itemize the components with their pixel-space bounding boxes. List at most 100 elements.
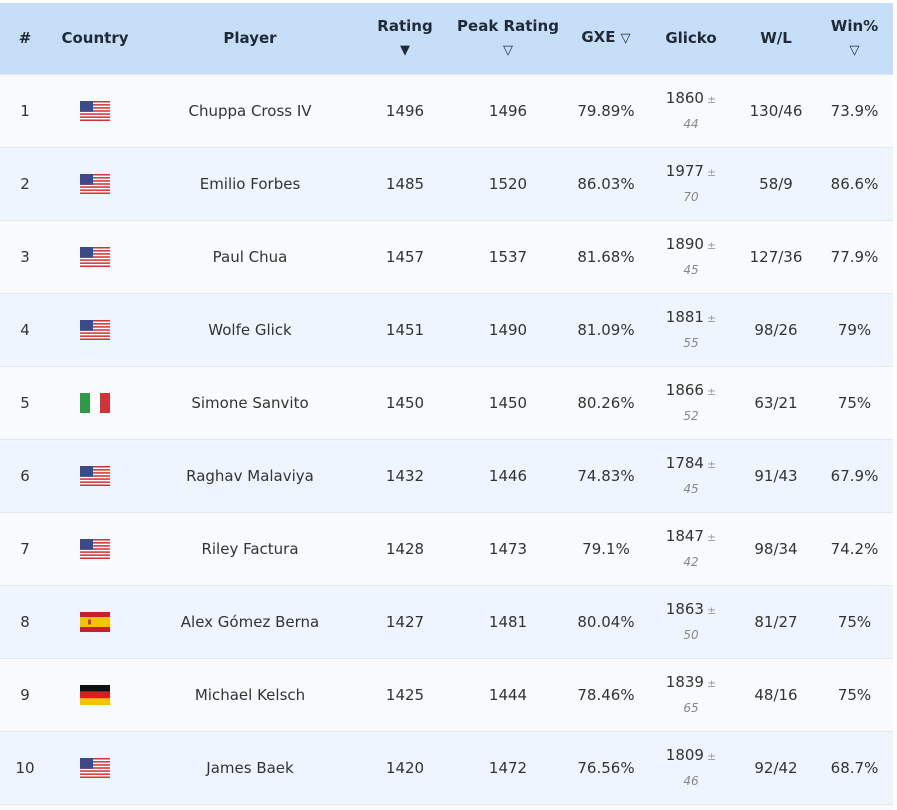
glicko-deviation: 50 [683,627,699,642]
player-name[interactable]: Michael Kelsch [195,686,305,704]
rank-cell: 10 [0,731,50,804]
country-cell [50,293,140,366]
rating-value: 1450 [385,393,425,412]
player-name[interactable]: Alex Gómez Berna [181,613,319,631]
player-name[interactable]: Simone Sanvito [191,394,308,412]
header-winpct-label[interactable]: Win% [831,17,878,35]
header-winpct[interactable]: Win% ▽ [816,3,893,74]
winpct-cell: 86.6% [816,147,893,220]
winpct-cell: 74.2% [816,512,893,585]
gxe-cell: 74.83% [566,439,646,512]
player-name[interactable]: Emilio Forbes [200,175,301,193]
player-cell[interactable]: Paul Chua [140,220,360,293]
rank-cell: 7 [0,512,50,585]
glicko-cell: 1860 ±44 [646,74,736,147]
glicko-value: 1860 [665,88,704,107]
wl-value: 98/26 [754,320,798,339]
peak-rating-cell: 1490 [450,293,566,366]
table-row: 3 Paul Chua 1457 1537 81.68% 1890 ±45 127/36 77.… [0,220,893,293]
rank-value: 1 [20,101,30,120]
sort-icon[interactable]: ▽ [850,43,860,58]
player-cell[interactable]: Alex Gómez Berna [140,585,360,658]
sort-icon[interactable]: ▽ [621,31,631,46]
header-rank-label: # [18,28,32,47]
player-cell[interactable]: Chuppa Cross IV [140,74,360,147]
gxe-value: 76.56% [577,758,635,777]
header-gxe[interactable]: GXE ▽ [566,3,646,74]
header-gxe-label[interactable]: GXE [581,28,615,46]
player-cell[interactable]: Raghav Malaviya [140,439,360,512]
rank-value: 5 [20,393,30,412]
country-cell [50,220,140,293]
us-flag-icon [80,757,110,778]
peak-rating-cell: 1481 [450,585,566,658]
peak-rating-value: 1496 [488,101,528,120]
header-player-label: Player [223,28,277,47]
wl-cell: 81/27 [736,585,816,658]
gxe-value: 78.46% [577,685,635,704]
player-name[interactable]: Paul Chua [213,248,288,266]
winpct-cell: 77.9% [816,220,893,293]
table-header-row: # Country Player Rating ▼ Peak Rating ▽ … [0,3,893,74]
table-row: 8 Alex Gómez Berna 1427 1481 80.04% 1863 ±50 81… [0,585,893,658]
plus-minus-symbol: ± [706,165,717,179]
wl-value: 63/21 [754,393,798,412]
wl-cell: 58/9 [736,147,816,220]
player-cell[interactable]: James Baek [140,731,360,804]
us-flag-icon [80,246,110,267]
rank-cell: 6 [0,439,50,512]
spain-flag-icon [80,611,110,632]
player-cell[interactable]: Emilio Forbes [140,147,360,220]
glicko-cell: 1784 ±45 [646,439,736,512]
header-rating-label[interactable]: Rating [377,17,432,35]
winpct-value: 75% [837,685,872,704]
glicko-value: 1784 [665,453,704,472]
peak-rating-cell: 1520 [450,147,566,220]
gxe-value: 80.26% [577,393,635,412]
winpct-value: 79% [837,320,872,339]
rank-cell: 2 [0,147,50,220]
gxe-value: 79.89% [577,101,635,120]
country-cell [50,731,140,804]
plus-minus-symbol: ± [706,311,717,325]
table-row-partial [0,804,893,810]
winpct-value: 67.9% [830,466,879,485]
player-name[interactable]: James Baek [206,759,293,777]
glicko-deviation: 46 [683,773,699,788]
player-cell[interactable]: Riley Factura [140,512,360,585]
rating-cell: 1451 [360,293,450,366]
header-glicko: Glicko [646,3,736,74]
plus-minus-symbol: ± [706,238,717,252]
winpct-value: 86.6% [830,174,879,193]
header-rating[interactable]: Rating ▼ [360,3,450,74]
rating-cell: 1450 [360,366,450,439]
plus-minus-symbol: ± [706,749,717,763]
player-cell[interactable]: Wolfe Glick [140,293,360,366]
player-name[interactable]: Chuppa Cross IV [188,102,311,120]
rating-value: 1428 [385,539,425,558]
rating-cell: 1457 [360,220,450,293]
peak-rating-cell: 1473 [450,512,566,585]
player-name[interactable]: Raghav Malaviya [186,467,314,485]
peak-rating-cell: 1444 [450,658,566,731]
rating-value: 1432 [385,466,425,485]
player-name[interactable]: Wolfe Glick [208,321,291,339]
header-peak-rating[interactable]: Peak Rating ▽ [450,3,566,74]
wl-cell: 92/42 [736,731,816,804]
header-wl: W/L [736,3,816,74]
player-name[interactable]: Riley Factura [201,540,298,558]
rank-value: 8 [20,612,30,631]
sort-icon[interactable]: ▽ [503,43,513,58]
germany-flag-icon [80,684,110,705]
glicko-value: 1847 [665,526,704,545]
winpct-value: 68.7% [830,758,879,777]
glicko-deviation: 45 [683,481,699,496]
player-cell[interactable]: Simone Sanvito [140,366,360,439]
player-cell[interactable]: Michael Kelsch [140,658,360,731]
peak-rating-value: 1481 [488,612,528,631]
header-peak-rating-label[interactable]: Peak Rating [457,17,559,35]
gxe-cell: 80.04% [566,585,646,658]
sort-desc-icon[interactable]: ▼ [400,43,410,58]
winpct-cell: 75% [816,585,893,658]
glicko-cell: 1809 ±46 [646,731,736,804]
